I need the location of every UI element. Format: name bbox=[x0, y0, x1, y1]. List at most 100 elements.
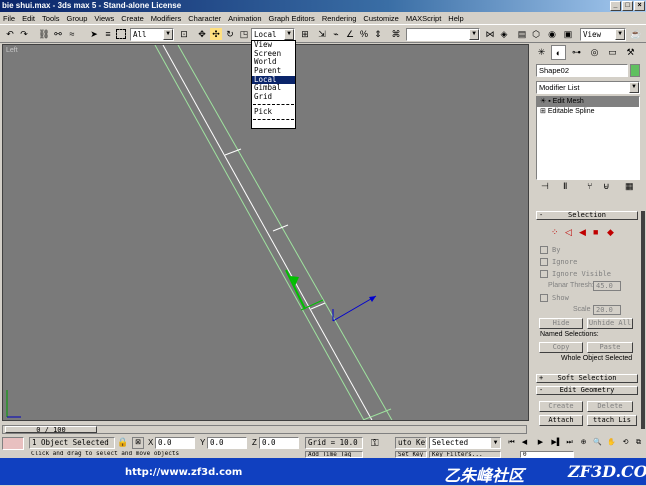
planar-thresh-spinner[interactable]: 45.0 bbox=[593, 281, 621, 291]
window-crossing-icon[interactable]: ⊡ bbox=[178, 28, 190, 40]
orbit-icon[interactable]: ⟲ bbox=[620, 437, 631, 448]
minimize-button[interactable]: _ bbox=[610, 1, 621, 11]
select-and-scale-icon[interactable]: ◳ bbox=[238, 28, 250, 40]
command-panel-scrollbar[interactable] bbox=[641, 211, 645, 429]
hide-button[interactable]: Hide bbox=[539, 318, 583, 329]
modify-tab-icon[interactable]: ◐ bbox=[551, 45, 566, 60]
maximize-button[interactable]: □ bbox=[622, 1, 633, 11]
make-unique-icon[interactable]: ⑂ bbox=[587, 181, 592, 191]
modifier-list-combo[interactable]: Modifier List ▼ bbox=[536, 81, 640, 94]
selection-lock-icon[interactable]: 🔒 bbox=[117, 437, 128, 448]
next-frame-icon[interactable]: ▶▌ bbox=[551, 437, 562, 448]
track-view-icon[interactable]: ▤ bbox=[516, 28, 528, 40]
create-button[interactable]: Create bbox=[539, 401, 583, 412]
remove-modifier-icon[interactable]: ⊌ bbox=[603, 181, 610, 192]
z-coord-field[interactable]: 0.0 bbox=[259, 437, 299, 449]
maximize-viewport-icon[interactable]: ⧉ bbox=[633, 437, 644, 448]
menu-group[interactable]: Group bbox=[67, 14, 88, 23]
menu-help[interactable]: Help bbox=[448, 14, 463, 23]
normal-scale-spinner[interactable]: 20.0 bbox=[593, 305, 621, 315]
select-and-link-icon[interactable]: ⛓ bbox=[38, 28, 50, 40]
previous-frame-icon[interactable]: ◀ bbox=[519, 437, 530, 448]
hierarchy-tab-icon[interactable]: ⊶ bbox=[569, 45, 584, 60]
menu-file[interactable]: File bbox=[3, 14, 15, 23]
undo-icon[interactable]: ↶ bbox=[4, 28, 16, 40]
coord-option-pick[interactable]: Pick bbox=[252, 107, 295, 117]
coord-option-grid[interactable]: Grid bbox=[252, 92, 295, 102]
angle-snap-icon[interactable]: ∠ bbox=[344, 28, 356, 40]
vertex-level-icon[interactable]: ⁘ bbox=[551, 227, 559, 238]
key-mode-combo[interactable]: Selected ▼ bbox=[429, 437, 501, 449]
bind-space-warp-icon[interactable]: ≈ bbox=[66, 28, 78, 40]
goto-start-icon[interactable]: ⏮ bbox=[506, 437, 517, 448]
expand-plus-icon[interactable]: ▪ bbox=[548, 98, 550, 105]
by-vertex-checkbox[interactable] bbox=[540, 246, 548, 254]
gizmo-x-axis[interactable] bbox=[332, 295, 377, 322]
face-level-icon[interactable]: ◀ bbox=[579, 227, 586, 238]
object-name-field[interactable]: Shape02 bbox=[536, 64, 628, 77]
ignore-backfacing-checkbox[interactable] bbox=[540, 258, 548, 266]
element-level-icon[interactable]: ◆ bbox=[607, 227, 614, 238]
quick-render-icon[interactable]: ☕ bbox=[630, 28, 642, 40]
menu-rendering[interactable]: Rendering bbox=[322, 14, 357, 23]
configure-modifier-sets-icon[interactable]: ▦ bbox=[625, 181, 634, 192]
edit-geometry-rollout-header[interactable]: - Edit Geometry bbox=[536, 386, 638, 395]
named-selection-combo[interactable]: ▼ bbox=[406, 28, 480, 41]
menu-character[interactable]: Character bbox=[188, 14, 221, 23]
auto-key-button[interactable]: uto Key bbox=[395, 437, 427, 449]
snap-toggle-icon[interactable]: ⌁ bbox=[330, 28, 342, 40]
play-icon[interactable]: ▶ bbox=[535, 437, 546, 448]
pivot-point-center-icon[interactable]: ⊞ bbox=[299, 28, 311, 40]
menu-tools[interactable]: Tools bbox=[42, 14, 60, 23]
y-coord-field[interactable]: 0.0 bbox=[207, 437, 247, 449]
select-and-move-icon[interactable]: ✥ bbox=[196, 28, 208, 40]
edge-level-icon[interactable]: ◁ bbox=[565, 227, 572, 238]
spinner-snap-icon[interactable]: ⇕ bbox=[372, 28, 384, 40]
menu-create[interactable]: Create bbox=[121, 14, 144, 23]
select-manipulate-icon[interactable]: ⇲ bbox=[316, 28, 328, 40]
select-object-icon[interactable]: ➤ bbox=[88, 28, 100, 40]
set-key-button[interactable]: Set Key bbox=[395, 451, 427, 458]
named-selection-sets-icon[interactable]: ⌘ bbox=[390, 28, 402, 40]
ignore-visible-edges-checkbox[interactable] bbox=[540, 270, 548, 278]
polygon-level-icon[interactable]: ■ bbox=[593, 227, 598, 237]
current-frame-field[interactable]: 0 bbox=[520, 451, 574, 458]
menu-maxscript[interactable]: MAXScript bbox=[406, 14, 441, 23]
soft-selection-rollout-header[interactable]: + Soft Selection bbox=[536, 374, 638, 383]
unlink-icon[interactable]: ⚯ bbox=[52, 28, 64, 40]
zoom-icon[interactable]: 🔍 bbox=[592, 437, 603, 448]
add-time-tag-button[interactable]: Add Time Tag bbox=[305, 451, 363, 458]
render-type-combo[interactable]: View ▼ bbox=[580, 28, 626, 41]
set-key-icon[interactable]: ⚿ bbox=[371, 438, 379, 449]
pin-stack-icon[interactable]: ⊣ bbox=[541, 181, 549, 192]
align-icon[interactable]: ◈ bbox=[498, 28, 510, 40]
absolute-relative-toggle-icon[interactable]: ⊠ bbox=[132, 437, 144, 449]
percent-snap-icon[interactable]: % bbox=[358, 28, 370, 40]
menu-modifiers[interactable]: Modifiers bbox=[151, 14, 181, 23]
selection-filter-combo[interactable]: All ▼ bbox=[130, 28, 174, 41]
motion-tab-icon[interactable]: ◎ bbox=[587, 45, 602, 60]
menu-edit[interactable]: Edit bbox=[22, 14, 35, 23]
key-filters-button[interactable]: Key Filters... bbox=[429, 451, 501, 458]
time-slider-knob[interactable]: 0 / 100 bbox=[5, 426, 97, 434]
pan-icon[interactable]: ✋ bbox=[606, 437, 617, 448]
show-normals-checkbox[interactable] bbox=[540, 294, 548, 302]
render-scene-icon[interactable]: ▣ bbox=[562, 28, 574, 40]
show-end-result-icon[interactable]: Ⅱ bbox=[563, 181, 567, 192]
attach-button[interactable]: Attach bbox=[539, 415, 583, 426]
attach-list-button[interactable]: ttach Lis bbox=[587, 415, 637, 426]
gizmo-y-axis[interactable] bbox=[285, 269, 306, 310]
object-color-swatch[interactable] bbox=[630, 64, 640, 77]
redo-icon[interactable]: ↷ bbox=[18, 28, 30, 40]
display-tab-icon[interactable]: ▭ bbox=[605, 45, 620, 60]
schematic-view-icon[interactable]: ⬡ bbox=[530, 28, 542, 40]
utilities-tab-icon[interactable]: ⚒ bbox=[623, 45, 638, 60]
light-bulb-icon[interactable]: ☀ bbox=[540, 98, 546, 105]
rectangular-selection-icon[interactable] bbox=[116, 29, 126, 39]
menu-animation[interactable]: Animation bbox=[228, 14, 261, 23]
stack-item-edit-mesh[interactable]: ☀ ▪ Edit Mesh bbox=[537, 97, 639, 107]
menu-graph-editors[interactable]: Graph Editors bbox=[269, 14, 315, 23]
unhide-all-button[interactable]: Unhide All bbox=[587, 318, 633, 329]
zoom-extents-icon[interactable]: ⊕ bbox=[578, 437, 589, 448]
select-by-name-icon[interactable]: ≡ bbox=[102, 28, 114, 40]
